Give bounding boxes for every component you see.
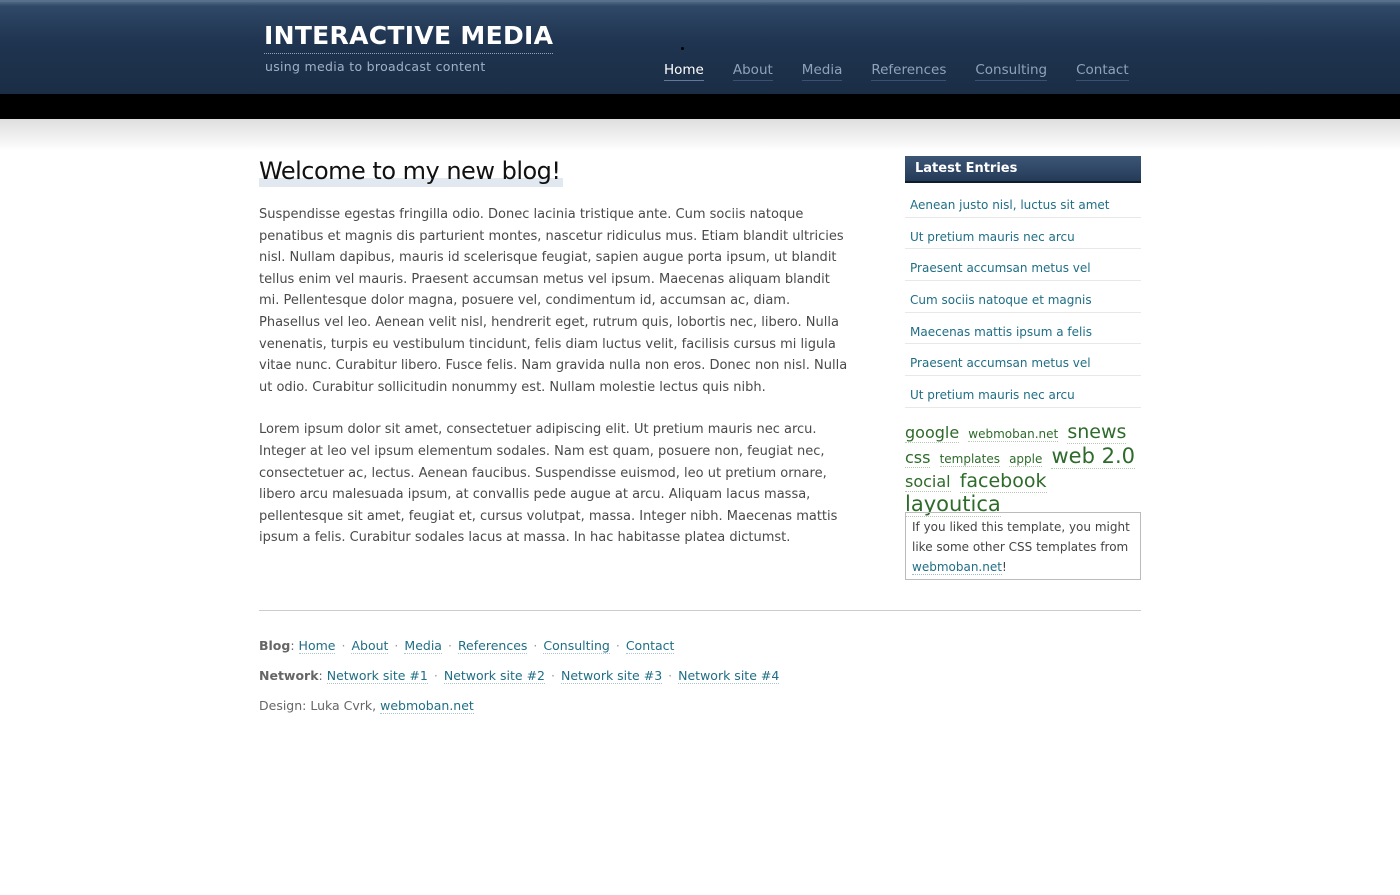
latest-entries-heading: Latest Entries <box>905 156 1141 183</box>
footer-link-consulting[interactable]: Consulting <box>543 638 610 654</box>
nav-about[interactable]: About <box>732 62 773 81</box>
footer-link-home[interactable]: Home <box>298 638 336 654</box>
list-item: Ut pretium mauris nec arcu <box>905 218 1141 250</box>
post-title: Welcome to my new blog! <box>259 155 563 187</box>
tag-css[interactable]: css <box>905 448 931 468</box>
list-item: Cum sociis natoque et magnis <box>905 281 1141 313</box>
list-item: Aenean justo nisl, luctus sit amet <box>905 186 1141 218</box>
list-item: Maecenas mattis ipsum a felis <box>905 313 1141 345</box>
promo-box: If you liked this template, you might li… <box>905 512 1141 580</box>
header-shadow <box>0 119 1400 151</box>
site-title[interactable]: INTERACTIVE MEDIA <box>264 20 554 54</box>
tag-cloud: google webmoban.net snews css templates … <box>905 421 1145 517</box>
latest-entries-list: Aenean justo nisl, luctus sit amet Ut pr… <box>905 186 1141 408</box>
footer-design-credit: Design: Luka Cvrk, webmoban.net <box>259 698 474 714</box>
site-tagline: using media to broadcast content <box>265 59 486 74</box>
promo-link[interactable]: webmoban.net <box>912 560 1002 575</box>
footer-link-references[interactable]: References <box>457 638 528 654</box>
entry-link[interactable]: Aenean justo nisl, luctus sit amet <box>910 198 1110 212</box>
list-item: Praesent accumsan metus vel <box>905 249 1141 282</box>
footer-link-about[interactable]: About <box>351 638 389 654</box>
nav-media[interactable]: Media <box>801 62 843 81</box>
list-item: Praesent accumsan metus vel <box>905 344 1141 377</box>
footer-link-media[interactable]: Media <box>404 638 442 654</box>
nav-consulting[interactable]: Consulting <box>975 62 1048 81</box>
nav-home[interactable]: Home <box>664 62 704 81</box>
entry-link[interactable]: Ut pretium mauris nec arcu <box>910 388 1075 402</box>
tag-snews[interactable]: snews <box>1067 421 1127 444</box>
tag-google[interactable]: google <box>905 423 960 443</box>
footer-network-link[interactable]: Network site #2 <box>443 668 546 684</box>
tag-apple[interactable]: apple <box>1009 452 1043 467</box>
tag-social[interactable]: social <box>905 472 951 492</box>
footer-network-link[interactable]: Network site #1 <box>326 668 428 684</box>
footer-blog-label: Blog <box>259 638 291 653</box>
entry-link[interactable]: Praesent accumsan metus vel <box>910 356 1091 370</box>
post-body: Suspendisse egestas fringilla odio. Done… <box>259 204 849 570</box>
nav-references[interactable]: References <box>871 62 947 81</box>
footer-blog-links: Blog: Home · About · Media · References · Consul… <box>259 638 675 654</box>
footer-link-contact[interactable]: Contact <box>625 638 675 654</box>
nav-dot <box>681 47 684 50</box>
footer-design-text: Design: Luka Cvrk, <box>259 698 381 713</box>
tag-web20[interactable]: web 2.0 <box>1051 444 1135 469</box>
tag-webmoban[interactable]: webmoban.net <box>968 427 1059 442</box>
post-paragraph: Suspendisse egestas fringilla odio. Done… <box>259 207 848 395</box>
footer-network-label: Network <box>259 668 319 683</box>
tag-facebook[interactable]: facebook <box>959 470 1047 493</box>
promo-suffix: ! <box>1001 560 1007 574</box>
entry-link[interactable]: Praesent accumsan metus vel <box>910 261 1091 275</box>
header-bar <box>0 94 1400 119</box>
nav-contact[interactable]: Contact <box>1076 62 1129 81</box>
footer-design-link[interactable]: webmoban.net <box>380 698 474 714</box>
promo-text: If you liked this template, you might li… <box>912 520 1130 554</box>
footer-divider <box>259 610 1141 611</box>
entry-link[interactable]: Ut pretium mauris nec arcu <box>910 230 1075 244</box>
entry-link[interactable]: Cum sociis natoque et magnis <box>910 293 1092 307</box>
entry-link[interactable]: Maecenas mattis ipsum a felis <box>910 325 1092 339</box>
list-item: Ut pretium mauris nec arcu <box>905 376 1141 408</box>
tag-templates[interactable]: templates <box>939 452 1000 467</box>
footer-network-link[interactable]: Network site #3 <box>561 668 663 684</box>
main-nav: Home About Media References Consulting C… <box>664 59 1158 81</box>
footer-network-links: Network: Network site #1 · Network site #2… <box>259 668 780 684</box>
post-paragraph: Lorem ipsum dolor sit amet, consectetuer… <box>259 422 838 546</box>
footer-network-link[interactable]: Network site #4 <box>678 668 780 684</box>
